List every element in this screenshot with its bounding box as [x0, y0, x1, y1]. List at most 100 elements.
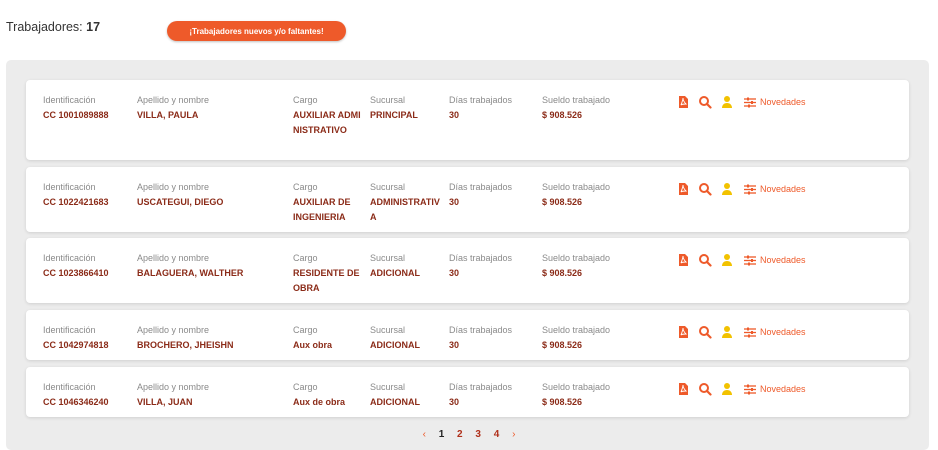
- worker-name: VILLA, PAULA: [137, 110, 199, 120]
- worker-count-label: Trabajadores:: [6, 20, 83, 34]
- user-icon[interactable]: [720, 182, 734, 196]
- worker-name: VILLA, JUAN: [137, 397, 193, 407]
- dias-label: Días trabajados: [449, 95, 513, 105]
- id-label: Identificación: [43, 382, 96, 392]
- worker-cargo: Aux de obra: [293, 397, 346, 407]
- worker-id: CC 1001089888: [43, 110, 109, 120]
- novedades-label: Novedades: [760, 97, 806, 107]
- worker-dias: 30: [449, 197, 460, 207]
- pagination-page-current[interactable]: 1: [439, 429, 445, 440]
- worker-row: Identificación CC 1042974818 Apellido y n…: [26, 310, 909, 360]
- worker-name: USCATEGUI, DIEGO: [137, 197, 224, 207]
- worker-sucursal: ADMINISTRATIVA: [370, 197, 440, 222]
- novedades-label: Novedades: [760, 384, 806, 394]
- pdf-icon[interactable]: [676, 182, 690, 196]
- worker-dias: 30: [449, 268, 460, 278]
- worker-sucursal: ADICIONAL: [370, 268, 420, 278]
- pdf-icon[interactable]: [676, 325, 690, 339]
- new-missing-workers-button[interactable]: ¡Trabajadores nuevos y/o faltantes!: [167, 21, 346, 41]
- pagination-page[interactable]: 3: [475, 429, 481, 440]
- search-icon[interactable]: [698, 382, 712, 396]
- novedades-label: Novedades: [760, 255, 806, 265]
- sucursal-label: Sucursal: [370, 95, 406, 105]
- id-label: Identificación: [43, 253, 96, 263]
- worker-cargo: RESIDENTE DE OBRA: [293, 268, 360, 293]
- worker-name: BALAGUERA, WALTHER: [137, 268, 244, 278]
- sliders-icon: [744, 255, 756, 265]
- cargo-label: Cargo: [293, 253, 318, 263]
- novedades-link[interactable]: Novedades: [744, 255, 806, 266]
- worker-sucursal: ADICIONAL: [370, 340, 420, 350]
- novedades-label: Novedades: [760, 184, 806, 194]
- sueldo-label: Sueldo trabajado: [542, 382, 611, 392]
- search-icon[interactable]: [698, 182, 712, 196]
- id-label: Identificación: [43, 95, 96, 105]
- worker-id: CC 1046346240: [43, 397, 109, 407]
- worker-row: Identificación CC 1022421683 Apellido y n…: [26, 167, 909, 232]
- name-label: Apellido y nombre: [137, 325, 210, 335]
- worker-cargo: AUXILIAR ADMINISTRATIVO: [293, 110, 361, 135]
- sucursal-label: Sucursal: [370, 182, 406, 192]
- worker-name: BROCHERO, JHEISHN: [137, 340, 234, 350]
- id-label: Identificación: [43, 182, 96, 192]
- worker-row: Identificación CC 1001089888 Apellido y n…: [26, 80, 909, 160]
- pagination: ‹ 1 2 3 4 ›: [0, 429, 938, 440]
- novedades-label: Novedades: [760, 327, 806, 337]
- sliders-icon: [744, 184, 756, 194]
- dias-label: Días trabajados: [449, 253, 513, 263]
- pagination-page[interactable]: 4: [494, 429, 500, 440]
- worker-dias: 30: [449, 397, 460, 407]
- dias-label: Días trabajados: [449, 382, 513, 392]
- worker-sucursal: ADICIONAL: [370, 397, 420, 407]
- worker-cargo: AUXILIAR DE INGENIERIA: [293, 197, 351, 222]
- worker-sucursal: PRINCIPAL: [370, 110, 418, 120]
- worker-id: CC 1023866410: [43, 268, 109, 278]
- sliders-icon: [744, 327, 756, 337]
- name-label: Apellido y nombre: [137, 253, 210, 263]
- novedades-link[interactable]: Novedades: [744, 97, 806, 108]
- pdf-icon[interactable]: [676, 382, 690, 396]
- cargo-label: Cargo: [293, 95, 318, 105]
- user-icon[interactable]: [720, 253, 734, 267]
- worker-sueldo: $ 908.526: [542, 268, 583, 278]
- worker-row: Identificación CC 1046346240 Apellido y n…: [26, 367, 909, 417]
- user-icon[interactable]: [720, 382, 734, 396]
- name-label: Apellido y nombre: [137, 382, 210, 392]
- dias-label: Días trabajados: [449, 182, 513, 192]
- sucursal-label: Sucursal: [370, 325, 406, 335]
- cargo-label: Cargo: [293, 182, 318, 192]
- user-icon[interactable]: [720, 95, 734, 109]
- novedades-link[interactable]: Novedades: [744, 327, 806, 338]
- cargo-label: Cargo: [293, 325, 318, 335]
- sliders-icon: [744, 97, 756, 107]
- name-label: Apellido y nombre: [137, 95, 210, 105]
- pdf-icon[interactable]: [676, 95, 690, 109]
- search-icon[interactable]: [698, 95, 712, 109]
- user-icon[interactable]: [720, 325, 734, 339]
- sueldo-label: Sueldo trabajado: [542, 182, 611, 192]
- worker-sueldo: $ 908.526: [542, 110, 583, 120]
- name-label: Apellido y nombre: [137, 182, 210, 192]
- worker-sueldo: $ 908.526: [542, 397, 583, 407]
- dias-label: Días trabajados: [449, 325, 513, 335]
- sueldo-label: Sueldo trabajado: [542, 253, 611, 263]
- pdf-icon[interactable]: [676, 253, 690, 267]
- search-icon[interactable]: [698, 253, 712, 267]
- worker-dias: 30: [449, 110, 460, 120]
- sliders-icon: [744, 384, 756, 394]
- worker-count: Trabajadores: 17: [6, 20, 100, 34]
- worker-sueldo: $ 908.526: [542, 340, 583, 350]
- worker-count-value: 17: [86, 20, 101, 34]
- worker-id: CC 1022421683: [43, 197, 109, 207]
- sucursal-label: Sucursal: [370, 253, 406, 263]
- worker-sueldo: $ 908.526: [542, 197, 583, 207]
- pagination-page[interactable]: 2: [457, 429, 463, 440]
- novedades-link[interactable]: Novedades: [744, 384, 806, 395]
- search-icon[interactable]: [698, 325, 712, 339]
- pagination-next[interactable]: ›: [512, 429, 515, 440]
- worker-row: Identificación CC 1023866410 Apellido y n…: [26, 238, 909, 303]
- novedades-link[interactable]: Novedades: [744, 184, 806, 195]
- sueldo-label: Sueldo trabajado: [542, 325, 611, 335]
- pagination-prev[interactable]: ‹: [423, 429, 426, 440]
- id-label: Identificación: [43, 325, 96, 335]
